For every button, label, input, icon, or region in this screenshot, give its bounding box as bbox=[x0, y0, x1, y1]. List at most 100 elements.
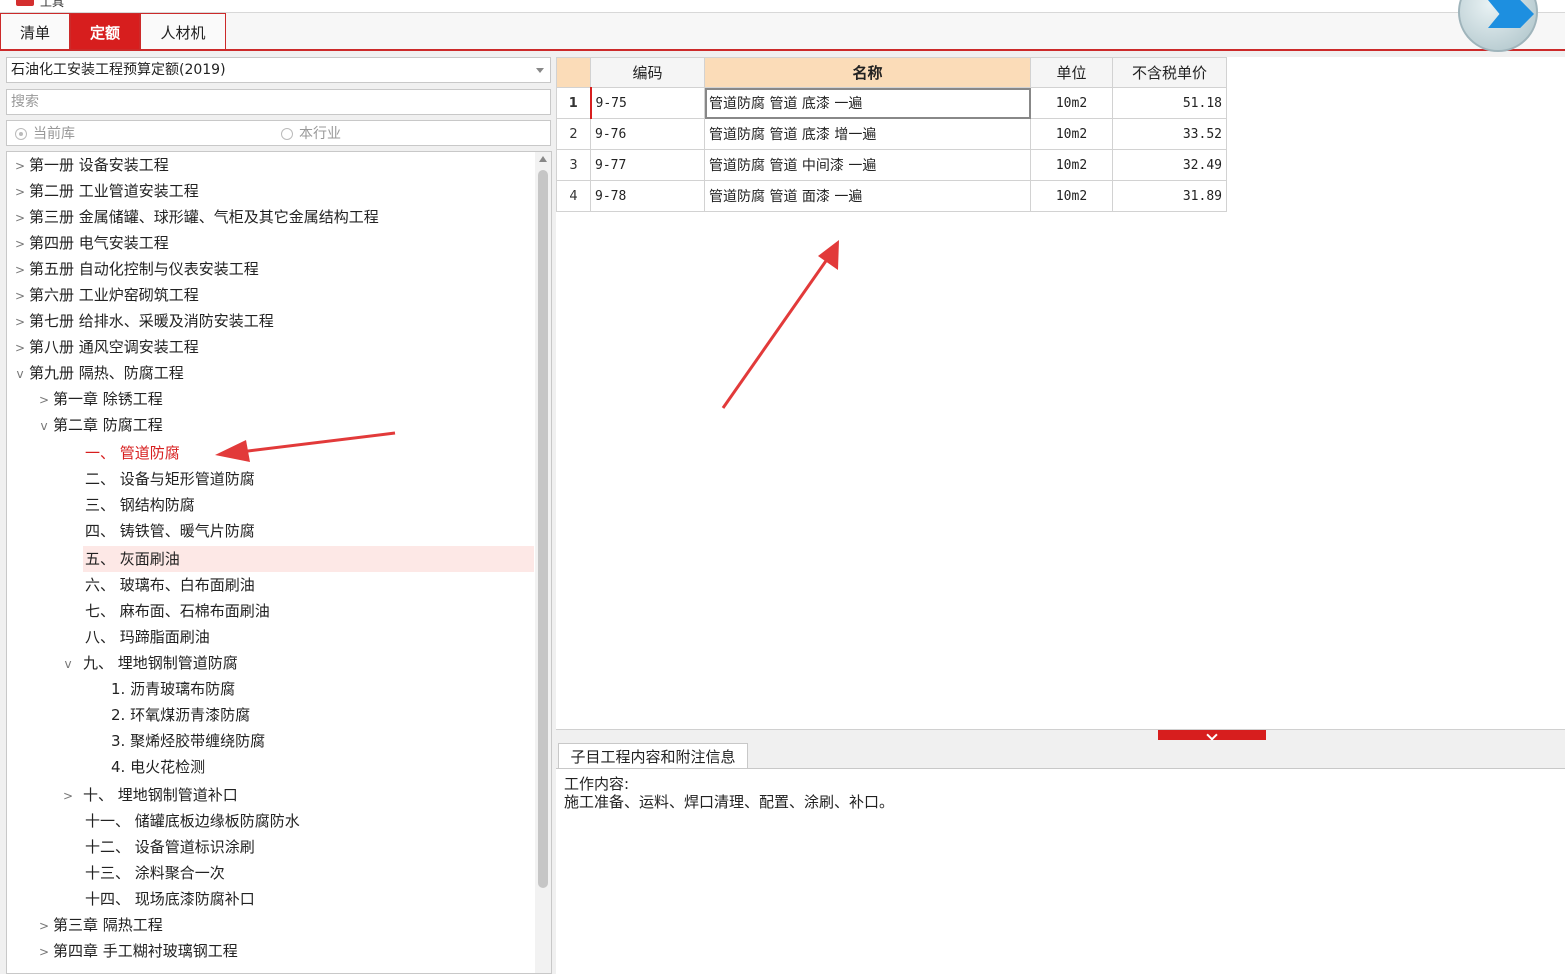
radio-icon bbox=[281, 128, 293, 140]
tree-item[interactable]: > 第一册 设备安装工程 bbox=[11, 152, 169, 178]
cell-price[interactable]: 32.49 bbox=[1112, 149, 1227, 181]
quota-tree: > 第一册 设备安装工程 > 第二册 工业管道安装工程 > 第三册 金属储罐、球形罐、… bbox=[6, 151, 552, 974]
cell-name[interactable]: 管道防腐 管道 底漆 一遍 bbox=[704, 87, 1031, 119]
tree-item[interactable]: > 第三册 金属储罐、球形罐、气柜及其它金属结构工程 bbox=[11, 204, 379, 230]
tab-bill[interactable]: 清单 bbox=[0, 13, 70, 49]
tree-item[interactable]: > 第七册 给排水、采暖及消防安装工程 bbox=[11, 308, 274, 334]
table-row[interactable]: 4 9-78 管道防腐 管道 面漆 一遍 10m2 31.89 bbox=[556, 180, 1227, 212]
column-header-unit[interactable]: 单位 bbox=[1030, 57, 1113, 88]
tree-item[interactable]: 十三、 涂料聚合一次 bbox=[85, 860, 225, 886]
tab-work-content-info[interactable]: 子目工程内容和附注信息 bbox=[558, 743, 748, 769]
left-panel: 石油化工安装工程预算定额(2019) 搜索 当前库 本行业 > 第一册 设备安装工… bbox=[0, 52, 553, 974]
chevron-right-icon[interactable]: > bbox=[35, 913, 53, 939]
tree-item[interactable]: > 十、 埋地钢制管道补口 bbox=[59, 782, 238, 808]
window-title: 工具 bbox=[40, 0, 65, 9]
quota-table: 编码 名称 单位 不含税单价 1 9-75 管道防腐 管道 底漆 一遍 10m2… bbox=[556, 57, 1227, 212]
column-header-name[interactable]: 名称 bbox=[704, 57, 1031, 88]
chevron-right-icon[interactable]: > bbox=[11, 335, 29, 361]
chevron-right-icon[interactable]: > bbox=[11, 257, 29, 283]
cell-unit[interactable]: 10m2 bbox=[1030, 118, 1113, 150]
cell-name[interactable]: 管道防腐 管道 中间漆 一遍 bbox=[704, 149, 1031, 181]
tree-item[interactable]: 十二、 设备管道标识涂刷 bbox=[85, 834, 255, 860]
tree-item-selected[interactable]: 一、 管道防腐 bbox=[85, 440, 180, 466]
tree-item[interactable]: 八、 玛蹄脂面刷油 bbox=[85, 624, 210, 650]
tree-item[interactable]: > 第二册 工业管道安装工程 bbox=[11, 178, 199, 204]
cell-code[interactable]: 9-78 bbox=[590, 180, 705, 212]
chevron-right-icon[interactable]: > bbox=[11, 309, 29, 335]
chevron-right-icon[interactable]: > bbox=[11, 231, 29, 257]
table-row[interactable]: 1 9-75 管道防腐 管道 底漆 一遍 10m2 51.18 bbox=[556, 87, 1227, 119]
row-index: 1 bbox=[556, 87, 592, 119]
tree-item[interactable]: 十四、 现场底漆防腐补口 bbox=[85, 886, 255, 912]
chevron-right-icon[interactable]: > bbox=[11, 153, 29, 179]
chevron-right-icon[interactable]: > bbox=[35, 939, 53, 965]
cell-price[interactable]: 33.52 bbox=[1112, 118, 1227, 150]
tree-item[interactable]: 三、 钢结构防腐 bbox=[85, 492, 195, 518]
cell-name[interactable]: 管道防腐 管道 底漆 增一遍 bbox=[704, 118, 1031, 150]
column-header-code[interactable]: 编码 bbox=[590, 57, 705, 88]
work-content-panel: 工作内容: 施工准备、运料、焊口清理、配置、涂刷、补口。 bbox=[556, 768, 1565, 974]
cell-code[interactable]: 9-76 bbox=[590, 118, 705, 150]
tree-item[interactable]: > 第四章 手工糊衬玻璃钢工程 bbox=[35, 938, 238, 964]
row-header-corner bbox=[556, 57, 591, 88]
collapse-handle-icon[interactable] bbox=[1158, 730, 1266, 740]
tree-item[interactable]: > 第一章 除锈工程 bbox=[35, 386, 163, 412]
cell-code[interactable]: 9-77 bbox=[590, 149, 705, 181]
cell-unit[interactable]: 10m2 bbox=[1030, 149, 1113, 181]
scrollbar-thumb[interactable] bbox=[538, 170, 548, 888]
library-select-value: 石油化工安装工程预算定额(2019) bbox=[11, 62, 226, 78]
table-row[interactable]: 3 9-77 管道防腐 管道 中间漆 一遍 10m2 32.49 bbox=[556, 149, 1227, 181]
chevron-down-icon[interactable]: v bbox=[35, 413, 53, 439]
cell-price[interactable]: 51.18 bbox=[1112, 87, 1227, 119]
tree-item[interactable]: 4. 电火花检测 bbox=[111, 754, 205, 780]
quota-grid: 编码 名称 单位 不含税单价 1 9-75 管道防腐 管道 底漆 一遍 10m2… bbox=[556, 57, 1565, 729]
tree-item[interactable]: 二、 设备与矩形管道防腐 bbox=[85, 466, 255, 492]
tree-item-hover[interactable]: 五、 灰面刷油 bbox=[85, 546, 180, 572]
radio-current-label: 当前库 bbox=[33, 126, 75, 142]
work-content-text: 施工准备、运料、焊口清理、配置、涂刷、补口。 bbox=[564, 793, 895, 811]
tree-item[interactable]: 六、 玻璃布、白布面刷油 bbox=[85, 572, 255, 598]
cell-price[interactable]: 31.89 bbox=[1112, 180, 1227, 212]
panel-splitter[interactable] bbox=[556, 729, 1565, 742]
column-header-price[interactable]: 不含税单价 bbox=[1112, 57, 1227, 88]
tree-item[interactable]: > 第三章 隔热工程 bbox=[35, 912, 163, 938]
cell-code[interactable]: 9-75 bbox=[590, 87, 705, 119]
radio-current-library[interactable]: 当前库 bbox=[15, 125, 75, 143]
tree-item[interactable]: v 第二章 防腐工程 bbox=[35, 412, 162, 439]
table-row[interactable]: 2 9-76 管道防腐 管道 底漆 增一遍 10m2 33.52 bbox=[556, 118, 1227, 150]
tree-item[interactable]: > 第五册 自动化控制与仪表安装工程 bbox=[11, 256, 259, 282]
chevron-down-icon[interactable]: v bbox=[59, 651, 77, 677]
tree-item[interactable]: 3. 聚烯烃胶带缠绕防腐 bbox=[111, 728, 265, 754]
chevron-right-icon[interactable]: > bbox=[59, 783, 77, 809]
tab-labor-material-machine[interactable]: 人材机 bbox=[140, 13, 226, 49]
chevron-right-icon[interactable]: > bbox=[11, 283, 29, 309]
tree-item[interactable]: 十一、 储罐底板边缘板防腐防水 bbox=[85, 808, 300, 834]
tree-item[interactable]: 七、 麻布面、石棉布面刷油 bbox=[85, 598, 270, 624]
tree-item[interactable]: 1. 沥青玻璃布防腐 bbox=[111, 676, 235, 702]
chevron-right-icon[interactable]: > bbox=[35, 387, 53, 413]
tree-item[interactable]: 2. 环氧煤沥青漆防腐 bbox=[111, 702, 250, 728]
cell-unit[interactable]: 10m2 bbox=[1030, 180, 1113, 212]
tab-quota[interactable]: 定额 bbox=[70, 13, 140, 49]
tree-item[interactable]: v 九、 埋地钢制管道防腐 bbox=[59, 650, 237, 677]
tree-item[interactable]: 四、 铸铁管、暖气片防腐 bbox=[85, 518, 255, 544]
row-index: 3 bbox=[556, 149, 591, 181]
tree-scrollbar[interactable] bbox=[535, 152, 551, 973]
chevron-down-icon[interactable]: v bbox=[11, 361, 29, 387]
chevron-right-icon[interactable]: > bbox=[11, 179, 29, 205]
radio-this-industry[interactable]: 本行业 bbox=[281, 125, 341, 143]
app-icon bbox=[16, 0, 34, 6]
tree-item[interactable]: > 第八册 通风空调安装工程 bbox=[11, 334, 199, 360]
tree-item[interactable]: v 第九册 隔热、防腐工程 bbox=[11, 360, 183, 387]
corner-widget[interactable] bbox=[1458, 0, 1538, 52]
scope-radio-group: 当前库 本行业 bbox=[6, 120, 551, 146]
library-select[interactable]: 石油化工安装工程预算定额(2019) bbox=[6, 57, 551, 83]
search-input[interactable]: 搜索 bbox=[6, 89, 551, 115]
cell-unit[interactable]: 10m2 bbox=[1030, 87, 1113, 119]
scroll-up-icon[interactable] bbox=[539, 156, 547, 162]
cell-name[interactable]: 管道防腐 管道 面漆 一遍 bbox=[704, 180, 1031, 212]
chevron-right-icon[interactable]: > bbox=[11, 205, 29, 231]
tree-item[interactable]: > 第四册 电气安装工程 bbox=[11, 230, 169, 256]
row-index: 2 bbox=[556, 118, 591, 150]
tree-item[interactable]: > 第六册 工业炉窑砌筑工程 bbox=[11, 282, 199, 308]
